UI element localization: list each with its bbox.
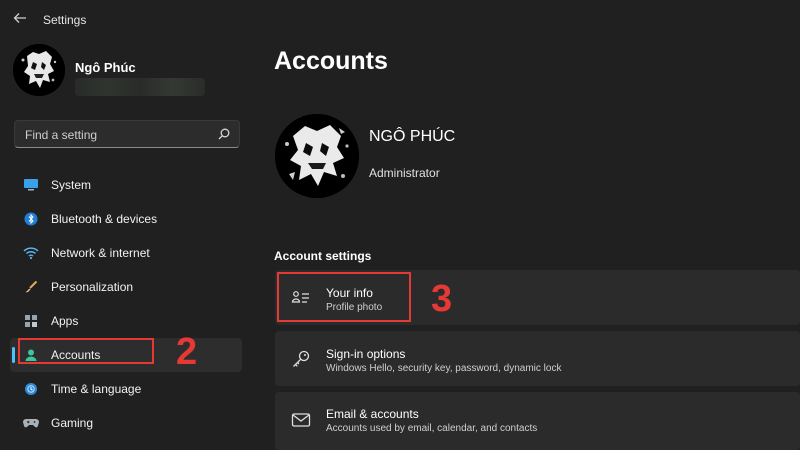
highlight-box-your-info bbox=[277, 272, 411, 322]
account-avatar[interactable] bbox=[275, 114, 359, 198]
blurred-email bbox=[75, 78, 205, 96]
sidebar-item-personalization[interactable]: Personalization bbox=[10, 270, 242, 304]
profile-name: Ngô Phúc bbox=[75, 60, 136, 75]
brush-icon bbox=[22, 278, 40, 296]
app-title: Settings bbox=[43, 13, 87, 27]
card-subtitle: Accounts used by email, calendar, and co… bbox=[326, 423, 538, 434]
sidebar-item-label: Gaming bbox=[51, 416, 94, 430]
sidebar-item-label: Personalization bbox=[51, 280, 134, 294]
sidebar-item-network[interactable]: Network & internet bbox=[10, 236, 242, 270]
card-title: Sign-in options bbox=[326, 347, 406, 361]
sidebar-item-time-language[interactable]: Time & language bbox=[10, 372, 242, 406]
step-number-2: 2 bbox=[176, 331, 198, 373]
card-title: Email & accounts bbox=[326, 407, 419, 421]
sidebar-item-label: Time & language bbox=[51, 382, 142, 396]
apps-icon bbox=[22, 312, 40, 330]
email-accounts-card[interactable]: Email & accounts Accounts used by email,… bbox=[275, 392, 800, 450]
highlight-box-accounts bbox=[18, 338, 154, 364]
wifi-icon bbox=[22, 244, 40, 262]
sidebar-item-apps[interactable]: Apps bbox=[10, 304, 242, 338]
sign-in-options-card[interactable]: Sign-in options Windows Hello, security … bbox=[275, 331, 800, 386]
globe-icon bbox=[22, 380, 40, 398]
selection-indicator bbox=[12, 347, 15, 363]
key-icon bbox=[291, 349, 311, 369]
account-role: Administrator bbox=[369, 166, 440, 180]
sidebar-item-system[interactable]: System bbox=[10, 168, 242, 202]
search-icon[interactable] bbox=[217, 127, 231, 141]
bluetooth-icon bbox=[22, 210, 40, 228]
system-icon bbox=[22, 176, 40, 194]
avatar[interactable] bbox=[13, 44, 65, 96]
sidebar-item-label: Apps bbox=[51, 314, 79, 328]
page-title: Accounts bbox=[274, 47, 388, 75]
card-subtitle: Windows Hello, security key, password, d… bbox=[326, 363, 562, 374]
sidebar-item-label: System bbox=[51, 178, 92, 192]
sidebar-item-label: Bluetooth & devices bbox=[51, 212, 158, 226]
sidebar-nav: System Bluetooth & devices Network & int… bbox=[10, 168, 242, 440]
section-title: Account settings bbox=[274, 249, 372, 263]
account-name: NGÔ PHÚC bbox=[369, 128, 456, 145]
search-box[interactable] bbox=[14, 120, 240, 149]
step-number-3: 3 bbox=[431, 278, 453, 320]
back-arrow-icon[interactable] bbox=[10, 10, 30, 30]
gamepad-icon bbox=[22, 414, 40, 432]
sidebar-item-label: Network & internet bbox=[51, 246, 150, 260]
sidebar-item-gaming[interactable]: Gaming bbox=[10, 406, 242, 440]
search-input[interactable] bbox=[23, 121, 217, 149]
mail-icon bbox=[291, 410, 311, 430]
sidebar-item-bluetooth[interactable]: Bluetooth & devices bbox=[10, 202, 242, 236]
